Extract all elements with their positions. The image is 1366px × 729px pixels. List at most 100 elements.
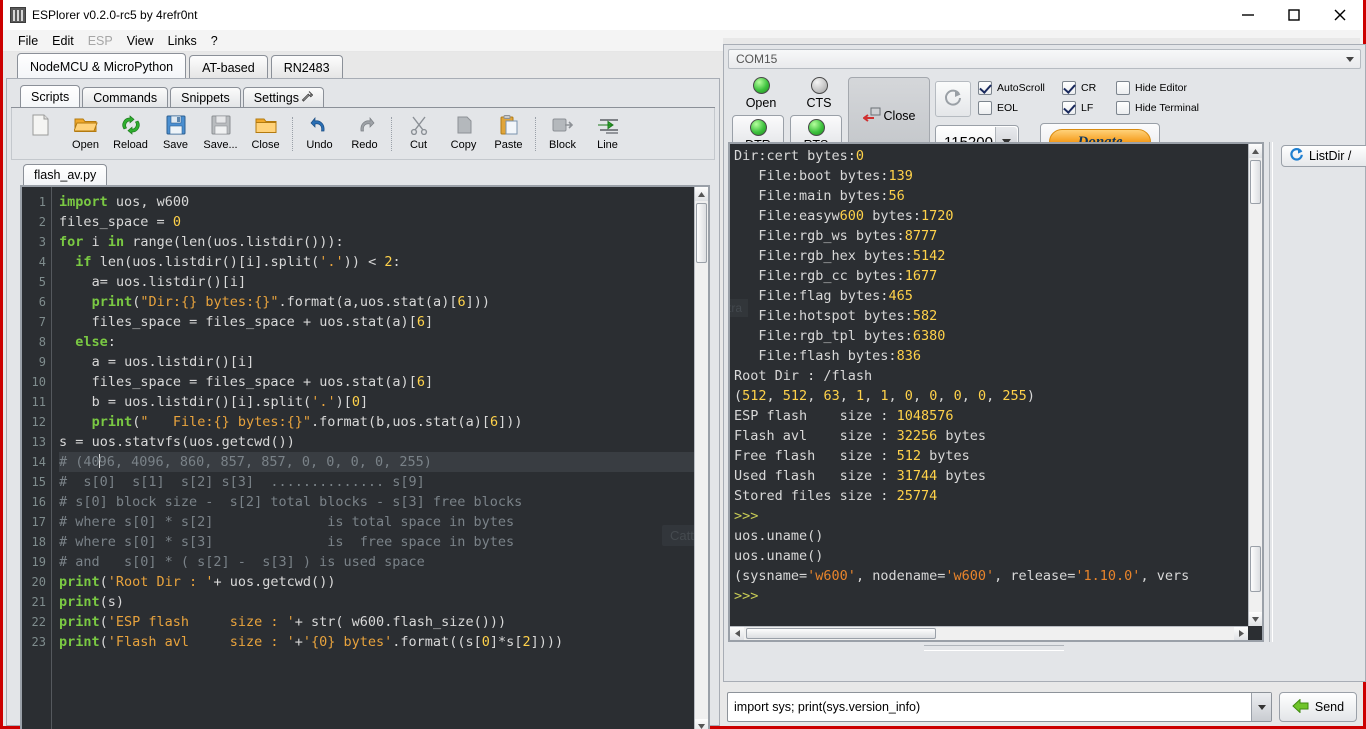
dtr-led-icon bbox=[749, 118, 767, 136]
editor-scroll-thumb[interactable] bbox=[696, 203, 707, 263]
autoscroll-checkbox-box[interactable] bbox=[978, 81, 992, 95]
connection-controls: Open CTS DTR RTS Close bbox=[728, 73, 1361, 161]
cr-checkbox[interactable]: CR bbox=[1062, 81, 1116, 95]
com-port-select[interactable]: COM15 bbox=[728, 49, 1361, 69]
toolbar-redo[interactable]: Redo bbox=[342, 110, 387, 158]
tab-nodemcu-micropython[interactable]: NodeMCU & MicroPython bbox=[17, 53, 187, 79]
editor-toolbar: Open Reload Save Save... Close Undo Redo… bbox=[11, 108, 715, 160]
tab-scripts[interactable]: Scripts bbox=[20, 85, 81, 108]
tab-commands[interactable]: Commands bbox=[82, 87, 169, 108]
line-number: 13 bbox=[31, 435, 46, 449]
panel-vertical-divider[interactable] bbox=[1267, 142, 1275, 642]
code-line[interactable]: import uos, w600 bbox=[59, 192, 694, 212]
toolbar-reload[interactable]: Reload bbox=[108, 110, 153, 158]
tab-snippets[interactable]: Snippets bbox=[170, 87, 241, 108]
esplorer-window: ESPlorer v0.2.0-rc5 by 4refr0nt File Edi… bbox=[0, 0, 1366, 729]
toolbar-block[interactable]: Block bbox=[540, 110, 585, 158]
file-tab-flash-av[interactable]: flash_av.py bbox=[23, 164, 108, 185]
code-line[interactable]: # s[0] s[1] s[2] s[3] .............. s[9… bbox=[59, 472, 694, 492]
terminal-scroll-right-arrow-icon[interactable] bbox=[1234, 627, 1248, 640]
menu-edit[interactable]: Edit bbox=[45, 32, 81, 50]
scroll-up-arrow-icon[interactable] bbox=[695, 187, 708, 201]
line-number: 1 bbox=[38, 195, 46, 209]
code-line[interactable]: # where s[0] * s[3] is free space in byt… bbox=[59, 532, 694, 552]
code-line[interactable]: print('Root Dir : '+ uos.getcwd()) bbox=[59, 572, 694, 592]
minimize-icon[interactable] bbox=[1225, 0, 1271, 30]
command-history-chevron-down-icon[interactable] bbox=[1251, 693, 1271, 721]
code-line[interactable]: # s[0] block size - s[2] total blocks - … bbox=[59, 492, 694, 512]
menu-links[interactable]: Links bbox=[161, 32, 204, 50]
terminal-scroll-left-arrow-icon[interactable] bbox=[730, 627, 744, 640]
toolbar-new[interactable] bbox=[18, 110, 63, 158]
toolbar-paste[interactable]: Paste bbox=[486, 110, 531, 158]
code-line[interactable]: files_space = files_space + uos.stat(a)[… bbox=[59, 312, 694, 332]
terminal-scroll-up-arrow-icon[interactable] bbox=[1249, 144, 1262, 158]
terminal-scroll-thumb[interactable] bbox=[1250, 546, 1261, 592]
new-file-icon bbox=[31, 113, 50, 138]
save-icon bbox=[166, 113, 186, 138]
toolbar-save-as[interactable]: Save... bbox=[198, 110, 243, 158]
code-line[interactable]: if len(uos.listdir()[i].split('.')) < 2: bbox=[59, 252, 694, 272]
terminal-horizontal-scrollbar[interactable] bbox=[730, 626, 1248, 640]
terminal-vertical-scrollbar[interactable] bbox=[1248, 144, 1262, 626]
tab-at-based[interactable]: AT-based bbox=[189, 55, 268, 79]
code-line[interactable]: for i in range(len(uos.listdir())): bbox=[59, 232, 694, 252]
command-input[interactable]: import sys; print(sys.version_info) bbox=[727, 692, 1272, 722]
toolbar-line[interactable]: Line bbox=[585, 110, 630, 158]
tab-rn2483[interactable]: RN2483 bbox=[270, 55, 343, 79]
hide-terminal-checkbox-box[interactable] bbox=[1116, 101, 1130, 115]
toolbar-cut[interactable]: Cut bbox=[396, 110, 441, 158]
maximize-icon[interactable] bbox=[1271, 0, 1317, 30]
cr-checkbox-box[interactable] bbox=[1062, 81, 1076, 95]
terminal-scroll-down-arrow-icon[interactable] bbox=[1249, 612, 1262, 626]
scroll-down-arrow-icon[interactable] bbox=[695, 719, 708, 729]
menu-file[interactable]: File bbox=[11, 32, 45, 50]
hide-terminal-checkbox[interactable]: Hide Terminal bbox=[1116, 101, 1212, 115]
terminal-output[interactable]: Dir:cert bytes:0 File:boot bytes:139 Fil… bbox=[730, 144, 1248, 626]
code-line[interactable]: files_space = 0 bbox=[59, 212, 694, 232]
line-number: 5 bbox=[38, 275, 46, 289]
toolbar-close[interactable]: Close bbox=[243, 110, 288, 158]
cr-label: CR bbox=[1081, 82, 1097, 94]
toolbar-undo[interactable]: Undo bbox=[297, 110, 342, 158]
eol-checkbox[interactable]: EOL bbox=[978, 101, 1062, 115]
code-line[interactable]: print(s) bbox=[59, 592, 694, 612]
toolbar-save[interactable]: Save bbox=[153, 110, 198, 158]
serial-terminal[interactable]: Dir:cert bytes:0 File:boot bytes:139 Fil… bbox=[728, 142, 1264, 642]
eol-checkbox-box[interactable] bbox=[978, 101, 992, 115]
code-line[interactable]: print('ESP flash size : '+ str( w600.fla… bbox=[59, 612, 694, 632]
menu-help[interactable]: ? bbox=[204, 32, 225, 50]
code-line[interactable]: files_space = files_space + uos.stat(a)[… bbox=[59, 372, 694, 392]
tab-settings[interactable]: Settings bbox=[242, 87, 324, 108]
lf-checkbox-box[interactable] bbox=[1062, 101, 1076, 115]
code-line[interactable]: s = uos.statvfs(uos.getcwd()) bbox=[59, 432, 694, 452]
code-line[interactable]: else: bbox=[59, 332, 694, 352]
panel-horizontal-divider[interactable] bbox=[924, 645, 1064, 651]
listdir-button[interactable]: ListDir / bbox=[1281, 145, 1366, 167]
refresh-ports-button[interactable] bbox=[935, 81, 971, 117]
code-line[interactable]: print('Flash avl size : '+'{0} bytes'.fo… bbox=[59, 632, 694, 652]
menu-view[interactable]: View bbox=[120, 32, 161, 50]
code-line[interactable]: a= uos.listdir()[i] bbox=[59, 272, 694, 292]
lf-checkbox[interactable]: LF bbox=[1062, 101, 1116, 115]
send-command-button[interactable]: Send bbox=[1279, 692, 1357, 722]
terminal-hscroll-thumb[interactable] bbox=[746, 628, 936, 639]
terminal-scroll-thumb-top[interactable] bbox=[1250, 160, 1261, 204]
code-line[interactable]: # and s[0] * ( s[2] - s[3] ) is used spa… bbox=[59, 552, 694, 572]
code-editor[interactable]: 1 2 3 4 5 6 7 8 9 10 11 12 13 14 15 16 17 18 19 20 21 22 23 im… bbox=[20, 185, 710, 729]
code-line[interactable]: print(" File:{} bytes:{}".format(b,uos.s… bbox=[59, 412, 694, 432]
code-content[interactable]: import uos, w600 files_space = 0 for i in … bbox=[53, 187, 694, 729]
code-line[interactable]: print("Dir:{} bytes:{}".format(a,uos.sta… bbox=[59, 292, 694, 312]
code-line[interactable]: # (4096, 4096, 860, 857, 857, 0, 0, 0, 0… bbox=[59, 452, 694, 472]
code-line[interactable]: a = uos.listdir()[i] bbox=[59, 352, 694, 372]
save-as-icon bbox=[211, 113, 231, 138]
code-line[interactable]: # where s[0] * s[2] is total space in by… bbox=[59, 512, 694, 532]
close-icon[interactable] bbox=[1317, 0, 1363, 30]
code-line[interactable]: b = uos.listdir()[i].split('.')[0] bbox=[59, 392, 694, 412]
autoscroll-checkbox[interactable]: AutoScroll bbox=[978, 81, 1062, 95]
hide-editor-checkbox-box[interactable] bbox=[1116, 81, 1130, 95]
toolbar-open[interactable]: Open bbox=[63, 110, 108, 158]
editor-vertical-scrollbar[interactable] bbox=[694, 187, 708, 729]
toolbar-copy[interactable]: Copy bbox=[441, 110, 486, 158]
hide-editor-checkbox[interactable]: Hide Editor bbox=[1116, 81, 1212, 95]
